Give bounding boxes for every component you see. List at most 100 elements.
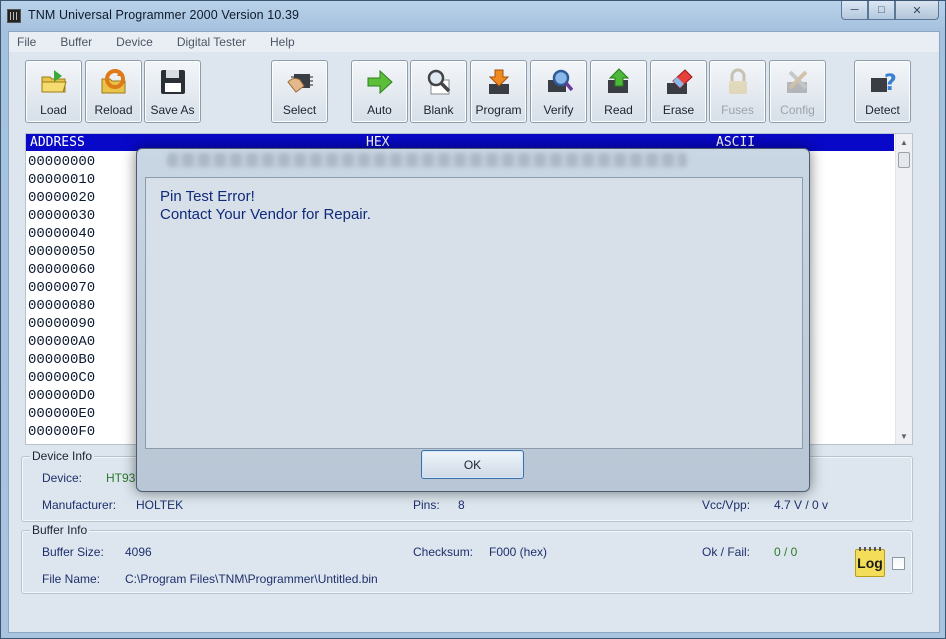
ok-button[interactable]: OK bbox=[421, 450, 524, 479]
config-button[interactable]: Config bbox=[769, 60, 826, 123]
address-row: 000000A0 bbox=[28, 334, 96, 350]
blank-check-icon bbox=[427, 69, 451, 95]
reload-icon bbox=[101, 69, 126, 94]
auto-button[interactable]: Auto bbox=[351, 60, 408, 123]
reload-label: Reload bbox=[94, 103, 133, 117]
pins-value: 8 bbox=[458, 498, 465, 512]
svg-text:?: ? bbox=[884, 71, 897, 96]
read-label: Read bbox=[604, 103, 633, 117]
menu-device[interactable]: Device bbox=[108, 32, 153, 52]
config-tools-icon bbox=[787, 70, 808, 93]
app-chip-icon bbox=[7, 9, 21, 23]
erase-button[interactable]: Erase bbox=[650, 60, 707, 123]
pins-label: Pins: bbox=[413, 498, 440, 512]
okfail-label: Ok / Fail: bbox=[702, 545, 751, 559]
log-label: Log bbox=[857, 555, 883, 571]
device-label: Device: bbox=[42, 471, 83, 485]
read-icon bbox=[608, 68, 630, 93]
close-icon: ✕ bbox=[912, 4, 922, 17]
log-notepad-icon[interactable]: Log bbox=[855, 547, 885, 577]
file-name-label: File Name: bbox=[42, 572, 101, 586]
save-as-button[interactable]: Save As bbox=[144, 60, 201, 123]
dialog-title-bar[interactable] bbox=[167, 153, 687, 167]
address-row: 00000010 bbox=[28, 172, 96, 188]
vcc-label: Vcc/Vpp: bbox=[702, 498, 751, 512]
eraser-icon bbox=[667, 69, 693, 94]
file-name-value: C:\Program Files\TNM\Programmer\Untitled… bbox=[125, 572, 378, 586]
detect-button[interactable]: ? Detect bbox=[854, 60, 911, 123]
buffer-info-group: Buffer Info Buffer Size: 4096 Checksum: … bbox=[21, 523, 913, 594]
scroll-thumb[interactable] bbox=[898, 152, 910, 168]
scroll-down-icon[interactable]: ▼ bbox=[896, 428, 912, 444]
address-list: 00000000 00000010 00000020 00000030 0000… bbox=[28, 153, 95, 441]
floppy-disk-icon bbox=[161, 70, 185, 94]
auto-arrow-icon bbox=[367, 69, 393, 95]
menu-file[interactable]: File bbox=[9, 32, 36, 52]
save-as-label: Save As bbox=[150, 103, 195, 117]
reload-button[interactable]: Reload bbox=[85, 60, 142, 123]
config-label: Config bbox=[780, 103, 815, 117]
checksum-label: Checksum: bbox=[413, 545, 474, 559]
address-row: 00000090 bbox=[28, 316, 96, 332]
hex-scrollbar[interactable]: ▲ ▼ bbox=[895, 134, 912, 444]
address-row: 00000000 bbox=[28, 154, 96, 170]
program-label: Program bbox=[475, 103, 522, 117]
address-row: 00000070 bbox=[28, 280, 96, 296]
address-row: 000000C0 bbox=[28, 370, 96, 386]
fuses-label: Fuses bbox=[721, 103, 754, 117]
window-title: TNM Universal Programmer 2000 Version 10… bbox=[28, 8, 300, 22]
blank-label: Blank bbox=[423, 103, 454, 117]
program-button[interactable]: Program bbox=[470, 60, 527, 123]
program-icon bbox=[488, 69, 510, 94]
dialog-content-frame: Pin Test Error! Contact Your Vendor for … bbox=[145, 177, 803, 449]
maximize-icon: □ bbox=[878, 4, 885, 16]
address-row: 000000E0 bbox=[28, 406, 96, 422]
error-message-line1: Pin Test Error! bbox=[160, 188, 255, 205]
blank-button[interactable]: Blank bbox=[410, 60, 467, 123]
scroll-up-icon[interactable]: ▲ bbox=[896, 134, 912, 150]
close-button[interactable]: ✕ bbox=[895, 1, 939, 20]
app-window: TNM Universal Programmer 2000 Version 10… bbox=[0, 0, 946, 639]
device-info-title: Device Info bbox=[30, 449, 95, 463]
address-row: 000000F0 bbox=[28, 424, 96, 440]
menu-help[interactable]: Help bbox=[262, 32, 295, 52]
address-row: 00000060 bbox=[28, 262, 96, 278]
address-column-header: ADDRESS bbox=[30, 135, 85, 150]
toolbar: Load Reload Save As Select Auto Blank Pr… bbox=[9, 52, 939, 128]
menu-bar: File Buffer Device Digital Tester Help bbox=[9, 32, 939, 52]
vcc-value: 4.7 V / 0 v bbox=[774, 498, 829, 512]
select-button[interactable]: Select bbox=[271, 60, 328, 123]
title-bar[interactable]: TNM Universal Programmer 2000 Version 10… bbox=[1, 1, 945, 31]
error-message-line2: Contact Your Vendor for Repair. bbox=[160, 206, 371, 223]
manufacturer-value: HOLTEK bbox=[136, 498, 184, 512]
address-row: 00000030 bbox=[28, 208, 96, 224]
checksum-value: F000 (hex) bbox=[489, 545, 548, 559]
verify-icon bbox=[548, 69, 573, 92]
buffer-info-title: Buffer Info bbox=[30, 523, 90, 537]
load-label: Load bbox=[40, 103, 67, 117]
address-row: 000000D0 bbox=[28, 388, 96, 404]
menu-buffer[interactable]: Buffer bbox=[52, 32, 92, 52]
lock-icon bbox=[729, 68, 747, 94]
error-message: Pin Test Error! Contact Your Vendor for … bbox=[160, 188, 371, 224]
minimize-icon: ─ bbox=[850, 4, 859, 16]
address-row: 00000050 bbox=[28, 244, 96, 260]
address-row: 00000020 bbox=[28, 190, 96, 206]
read-button[interactable]: Read bbox=[590, 60, 647, 123]
address-row: 00000080 bbox=[28, 298, 96, 314]
verify-label: Verify bbox=[543, 103, 574, 117]
log-checkbox[interactable] bbox=[892, 557, 905, 570]
dialog-body: Pin Test Error! Contact Your Vendor for … bbox=[146, 178, 802, 448]
minimize-button[interactable]: ─ bbox=[841, 1, 868, 20]
window-controls: ─ □ ✕ bbox=[841, 1, 939, 20]
load-button[interactable]: Load bbox=[25, 60, 82, 123]
select-chip-icon bbox=[287, 74, 313, 93]
select-label: Select bbox=[282, 103, 317, 117]
okfail-value: 0 / 0 bbox=[774, 545, 798, 559]
verify-button[interactable]: Verify bbox=[530, 60, 587, 123]
fuses-button[interactable]: Fuses bbox=[709, 60, 766, 123]
erase-label: Erase bbox=[662, 103, 695, 117]
buffer-size-value: 4096 bbox=[125, 545, 152, 559]
menu-digital-tester[interactable]: Digital Tester bbox=[169, 32, 246, 52]
maximize-button[interactable]: □ bbox=[868, 1, 895, 20]
